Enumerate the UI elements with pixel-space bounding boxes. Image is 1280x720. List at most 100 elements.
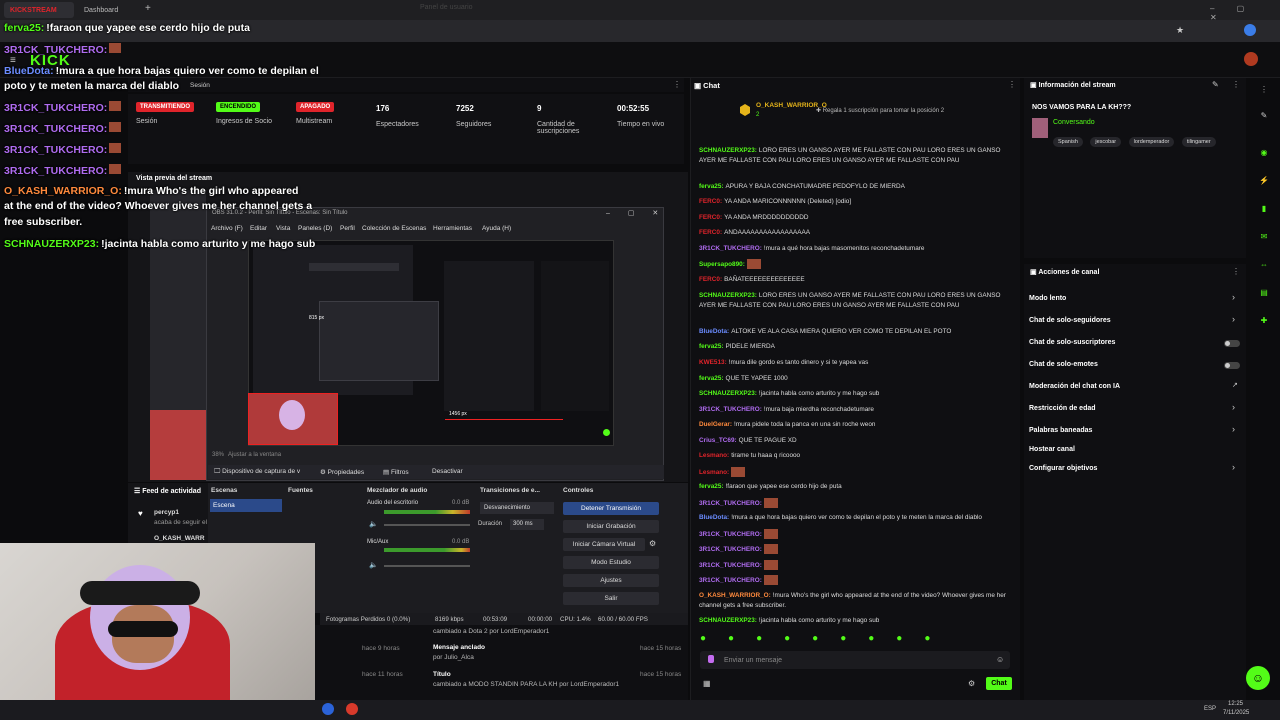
- chat-username[interactable]: 3R1CK_TUKCHERO:: [699, 577, 762, 584]
- chat-username[interactable]: 3R1CK_TUKCHERO:: [699, 531, 762, 538]
- message-icon[interactable]: ✉: [1258, 231, 1270, 243]
- chat-username[interactable]: 3R1CK_TUKCHERO:: [699, 406, 762, 413]
- obs-menu-item[interactable]: Ayuda (H): [482, 225, 511, 232]
- action-age-restriction[interactable]: Restricción de edad: [1029, 405, 1096, 412]
- chat-username[interactable]: FERC0:: [699, 276, 722, 283]
- support-chat-icon[interactable]: ☺: [1246, 666, 1270, 690]
- chevron-right-icon[interactable]: ›: [1232, 424, 1235, 434]
- wrench-icon[interactable]: ✚: [1258, 315, 1270, 327]
- action-slow-mode[interactable]: Modo lento: [1029, 295, 1066, 302]
- chat-username[interactable]: DuelGerar:: [699, 421, 732, 428]
- speaker-icon[interactable]: 🔈: [369, 520, 378, 528]
- chat-input[interactable]: Enviar un mensaje: [700, 651, 1010, 669]
- chat-username[interactable]: SCHNAUZERXP23:: [699, 292, 757, 299]
- tag[interactable]: tilingamer: [1181, 137, 1216, 147]
- info-more-icon[interactable]: ⋮: [1232, 80, 1240, 89]
- taskbar-app-icon[interactable]: [346, 703, 358, 715]
- chat-username[interactable]: 3R1CK_TUKCHERO:: [699, 245, 762, 252]
- keyboard-lang[interactable]: ESP: [1204, 706, 1216, 712]
- profile-avatar-icon[interactable]: [1244, 24, 1256, 36]
- scene-item[interactable]: Escena: [210, 499, 282, 512]
- chat-username[interactable]: Lesmano:: [699, 469, 729, 476]
- emotes-only-toggle[interactable]: [1224, 362, 1240, 369]
- settings-button[interactable]: Ajustes: [563, 574, 659, 587]
- studio-mode-button[interactable]: Modo Estudio: [563, 556, 659, 569]
- chat-more-icon[interactable]: ⋮: [1008, 80, 1016, 89]
- properties-button[interactable]: ⚙ Propiedades: [320, 468, 364, 476]
- tag[interactable]: Spanish: [1053, 137, 1083, 147]
- new-tab-icon[interactable]: +: [145, 3, 151, 14]
- chevron-right-icon[interactable]: ›: [1232, 292, 1235, 302]
- emote-bar[interactable]: ●●●●●●●●●: [700, 633, 1010, 647]
- chat-username[interactable]: ferva25:: [699, 375, 724, 382]
- chat-username[interactable]: FERC0:: [699, 198, 722, 205]
- filters-button[interactable]: ▤ Filtros: [383, 468, 409, 476]
- action-ai-moderation[interactable]: Moderación del chat con IA: [1029, 383, 1120, 390]
- chat-username[interactable]: 3R1CK_TUKCHERO:: [699, 562, 762, 569]
- action-host-channel[interactable]: Hostear canal: [1029, 446, 1075, 453]
- chat-username[interactable]: SCHNAUZERXP23:: [699, 390, 757, 397]
- chat-send-button[interactable]: Chat: [986, 677, 1012, 690]
- chat-username[interactable]: FERC0:: [699, 214, 722, 221]
- action-banned-words[interactable]: Palabras baneadas: [1029, 427, 1092, 434]
- user-avatar[interactable]: [1244, 52, 1258, 66]
- action-followers-only[interactable]: Chat de solo-seguidores: [1029, 317, 1111, 324]
- duration-input[interactable]: 300 ms: [510, 519, 544, 530]
- chat-username[interactable]: ferva25:: [699, 183, 724, 190]
- gear-icon[interactable]: ⚙: [649, 539, 656, 548]
- bookmark-star-icon[interactable]: ★: [1176, 25, 1184, 36]
- chat-badge-icon[interactable]: [708, 655, 714, 663]
- rail-icon-3[interactable]: ▮: [1258, 203, 1270, 215]
- chat-username[interactable]: 3R1CK_TUKCHERO:: [699, 500, 762, 507]
- chat-username[interactable]: Supersapo890:: [699, 261, 745, 268]
- obs-menu-item[interactable]: Editar: [250, 225, 267, 232]
- volume-slider[interactable]: [384, 565, 470, 567]
- chat-username[interactable]: Lesmano:: [699, 452, 729, 459]
- subs-only-toggle[interactable]: [1224, 340, 1240, 347]
- obs-window-controls-icon[interactable]: – ▢ ✕: [606, 209, 666, 217]
- deactivate-button[interactable]: Desactivar: [432, 468, 463, 475]
- virtual-camera-button[interactable]: Iniciar Cámara Virtual: [563, 538, 645, 551]
- webcam-source-outline[interactable]: [248, 393, 338, 445]
- exit-button[interactable]: Salir: [563, 592, 659, 605]
- chat-username[interactable]: BlueDota:: [699, 328, 729, 335]
- obs-menu-item[interactable]: Colección de Escenas: [362, 225, 426, 232]
- edit-icon[interactable]: ✎: [1258, 110, 1270, 122]
- actions-more-icon[interactable]: ⋮: [1232, 267, 1240, 276]
- start-recording-button[interactable]: Iniciar Grabación: [563, 520, 659, 533]
- category-name[interactable]: Conversando: [1053, 119, 1095, 126]
- obs-menu-item[interactable]: Paneles (D): [298, 225, 332, 232]
- clock-time[interactable]: 12:25: [1228, 701, 1243, 707]
- obs-menu-item[interactable]: Vista: [276, 225, 290, 232]
- clock-date[interactable]: 7/11/2025: [1223, 710, 1249, 716]
- chat-username[interactable]: Crius_TC69:: [699, 437, 737, 444]
- rail-icon-1[interactable]: ◉: [1258, 147, 1270, 159]
- action-subs-only[interactable]: Chat de solo-suscriptores: [1029, 339, 1115, 346]
- chat-username[interactable]: SCHNAUZERXP23:: [699, 147, 757, 154]
- action-emotes-only[interactable]: Chat de solo-emotes: [1029, 361, 1098, 368]
- chat-settings-icon[interactable]: ⚙: [968, 679, 975, 688]
- chat-tools-icon[interactable]: ▦: [703, 679, 711, 688]
- lightning-icon[interactable]: ⚡: [1258, 175, 1270, 187]
- chat-username[interactable]: SCHNAUZERXP23:: [699, 617, 757, 624]
- emoji-icon[interactable]: ☺: [996, 655, 1004, 664]
- tag[interactable]: jescobar: [1090, 137, 1122, 147]
- obs-menu-item[interactable]: Herramientas: [433, 225, 472, 232]
- chat-username[interactable]: O_KASH_WARRIOR_O:: [699, 592, 771, 599]
- tag[interactable]: lordemperador: [1128, 137, 1175, 147]
- edit-icon[interactable]: ✎: [1212, 80, 1219, 89]
- chat-username[interactable]: ferva25:: [699, 343, 724, 350]
- chat-username[interactable]: KWE513:: [699, 359, 727, 366]
- volume-slider[interactable]: [384, 524, 470, 526]
- external-link-icon[interactable]: ↗: [1232, 381, 1238, 389]
- obs-menu-item[interactable]: Perfil: [340, 225, 355, 232]
- fit-window-label[interactable]: Ajustar a la ventana: [228, 452, 281, 458]
- chevron-right-icon[interactable]: ›: [1232, 462, 1235, 472]
- rail-more-icon[interactable]: ⋮: [1258, 84, 1270, 96]
- speaker-icon[interactable]: 🔈: [369, 561, 378, 569]
- chat-username[interactable]: FERC0:: [699, 229, 722, 236]
- browser-tab-dashboard[interactable]: Dashboard: [78, 2, 142, 18]
- rail-icon-5[interactable]: ⇔: [1258, 259, 1270, 271]
- chevron-right-icon[interactable]: ›: [1232, 402, 1235, 412]
- gift-promo[interactable]: ✚ Regala 1 suscripción para tomar la pos…: [816, 107, 944, 114]
